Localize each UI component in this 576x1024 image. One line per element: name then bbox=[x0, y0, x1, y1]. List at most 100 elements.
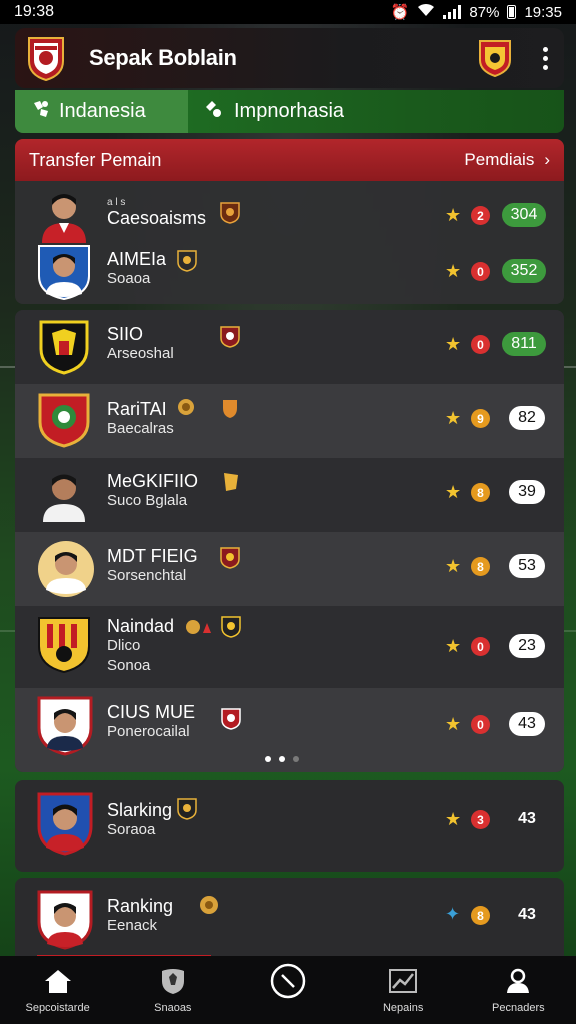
club-badge-icon bbox=[177, 798, 197, 825]
star-icon: ★ bbox=[445, 482, 462, 502]
score-pill: 43 bbox=[509, 712, 545, 736]
club-badge-icon bbox=[177, 250, 197, 277]
chart-icon bbox=[388, 966, 418, 996]
player-row[interactable]: Naindad Dlico Sonoa ★ 0 23 bbox=[15, 606, 564, 688]
nav-players[interactable]: Pecnaders bbox=[463, 966, 573, 1014]
rating-badge: 0 bbox=[471, 262, 490, 281]
score-pill: 43 bbox=[518, 906, 536, 923]
player-club: Soaoa bbox=[107, 270, 151, 287]
player-row[interactable]: AIMEIa Soaoa ★ 0 352 bbox=[15, 241, 564, 304]
battery-percent: 87% bbox=[469, 3, 500, 21]
player-row[interactable]: SIIO Arseoshal ★ 0 811 bbox=[15, 310, 564, 384]
status-time-right: 19:35 bbox=[524, 3, 562, 21]
player-name: AIMEIa bbox=[107, 249, 167, 269]
coin-icon bbox=[199, 895, 219, 920]
nav-label: Snaoas bbox=[154, 1002, 192, 1014]
tab-indonesia[interactable]: Indanesia bbox=[15, 90, 188, 133]
tab-bar: Indanesia Impnorhasia bbox=[15, 90, 564, 133]
status-time: 19:38 bbox=[14, 3, 55, 20]
player-row[interactable]: MeGKIFIIO Suco Bglala ★ 8 39 bbox=[15, 458, 564, 532]
home-icon bbox=[44, 966, 72, 996]
score-pill: 304 bbox=[502, 203, 546, 227]
more-menu-icon[interactable] bbox=[536, 46, 554, 70]
player-row[interactable]: MDT FIEIG Sorsenchtal ★ 8 53 bbox=[15, 532, 564, 606]
rating-badge: 8 bbox=[471, 557, 490, 576]
rating-badge: 9 bbox=[471, 409, 490, 428]
person-icon bbox=[505, 966, 531, 996]
rating-badge: 0 bbox=[471, 335, 490, 354]
battery-icon bbox=[507, 5, 517, 19]
chevron-right-icon: › bbox=[544, 150, 550, 169]
player-club-secondary: Sonoa bbox=[107, 657, 151, 674]
star-icon: ★ bbox=[445, 636, 462, 656]
nav-teams[interactable]: Snaoas bbox=[118, 966, 228, 1014]
club-badge-icon bbox=[220, 547, 240, 574]
player-name: SIIO bbox=[107, 324, 144, 344]
nav-explore[interactable] bbox=[233, 963, 343, 1002]
score-pill: 23 bbox=[509, 634, 545, 658]
player-club: Sorsenchtal bbox=[107, 567, 187, 584]
tab-label: Indanesia bbox=[59, 100, 146, 122]
score-pill: 352 bbox=[502, 259, 546, 283]
status-bar: 19:38 ⏰ 87% 19:35 bbox=[0, 0, 576, 24]
tab-international[interactable]: Impnorhasia bbox=[188, 90, 564, 133]
score-pill: 43 bbox=[518, 810, 536, 827]
player-name: Slarking bbox=[107, 800, 173, 820]
player-name: Ranking bbox=[107, 896, 174, 916]
player-name: Caesoaisms bbox=[107, 208, 207, 228]
alarm-icon: ⏰ bbox=[390, 4, 410, 21]
player-avatar bbox=[37, 696, 93, 756]
club-crest-icon[interactable] bbox=[25, 35, 67, 81]
coin-icon bbox=[185, 617, 215, 642]
player-name: Naindad bbox=[107, 616, 175, 636]
star-icon: ★ bbox=[445, 408, 462, 428]
star-icon: ★ bbox=[445, 714, 462, 734]
player-row[interactable]: RariTAI Baecalras ★ 9 82 bbox=[15, 384, 564, 458]
star-icon: ★ bbox=[445, 809, 462, 829]
player-club: Arseoshal bbox=[107, 345, 174, 362]
player-name: MeGKIFIIO bbox=[107, 471, 199, 491]
see-all-label: Pemdiais bbox=[464, 150, 535, 169]
nav-home[interactable]: Sepcoistarde bbox=[3, 966, 113, 1014]
star-icon: ★ bbox=[445, 556, 462, 576]
star-icon: ★ bbox=[445, 334, 462, 354]
rating-badge: 2 bbox=[471, 206, 490, 225]
player-name: MDT FIEIG bbox=[107, 546, 198, 566]
star-icon: ★ bbox=[445, 261, 462, 281]
app-header: Sepak Boblain bbox=[15, 28, 564, 88]
player-club: Baecalras bbox=[107, 420, 174, 437]
player-avatar bbox=[37, 540, 94, 597]
rating-badge: 8 bbox=[471, 483, 490, 502]
rating-badge: 3 bbox=[471, 810, 490, 829]
nav-news[interactable]: Nepains bbox=[348, 966, 458, 1014]
player-avatar bbox=[37, 466, 91, 522]
player-row[interactable]: Ranking Eenack ✦ 8 43 bbox=[15, 878, 564, 958]
compass-icon bbox=[270, 963, 306, 999]
player-card: Ranking Eenack ✦ 8 43 bbox=[15, 878, 564, 958]
score-pill: 39 bbox=[509, 480, 545, 504]
player-row[interactable]: CIUS MUE Ponerocailal ★ 0 43 bbox=[15, 688, 564, 772]
player-avatar bbox=[37, 319, 91, 375]
player-name: RariTAI bbox=[107, 399, 167, 419]
league-crest-icon[interactable] bbox=[474, 35, 516, 81]
page-indicator[interactable] bbox=[265, 756, 299, 762]
club-badge-icon bbox=[220, 326, 240, 353]
player-name: CIUS MUE bbox=[107, 702, 196, 722]
ball-icon bbox=[204, 99, 224, 125]
player-avatar bbox=[37, 244, 91, 301]
soccer-icon bbox=[31, 99, 51, 125]
transfer-header[interactable]: Transfer Pemain Pemdiais › bbox=[15, 139, 564, 181]
player-club: Soraoa bbox=[107, 821, 156, 838]
see-all-link[interactable]: Pemdiais › bbox=[464, 150, 550, 170]
player-avatar bbox=[37, 392, 91, 448]
bottom-nav: Sepcoistarde Snaoas Nepains Pecnaders bbox=[0, 956, 576, 1024]
player-row[interactable]: Slarking Soraoa ★ 3 43 bbox=[15, 780, 564, 872]
player-row[interactable]: a l s Caesoaisms ★ 2 304 bbox=[15, 181, 564, 243]
rating-badge: 8 bbox=[471, 906, 490, 925]
club-badge-icon bbox=[221, 471, 241, 498]
section-title: Transfer Pemain bbox=[29, 149, 162, 170]
club-badge-icon bbox=[221, 616, 241, 643]
nav-label: Sepcoistarde bbox=[25, 1002, 90, 1014]
player-card: Slarking Soraoa ★ 3 43 bbox=[15, 780, 564, 872]
score-pill: 53 bbox=[509, 554, 545, 578]
